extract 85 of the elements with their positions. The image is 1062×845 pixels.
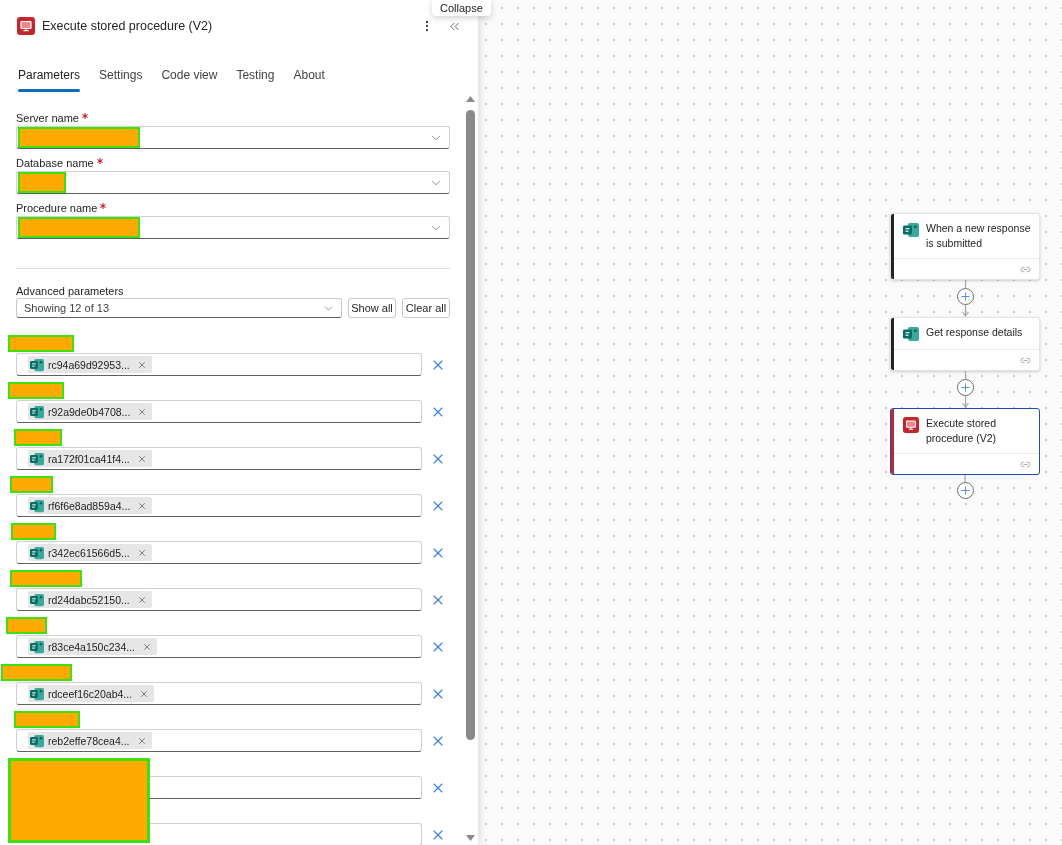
close-icon[interactable] <box>142 641 152 652</box>
forms-app-icon <box>30 357 44 372</box>
field-label: Server name <box>16 111 79 125</box>
input-field[interactable]: ra172f01ca41f4... <box>16 447 422 470</box>
token-chip[interactable]: rc94a69d92953... <box>28 356 152 373</box>
input-field[interactable] <box>150 823 422 845</box>
close-icon[interactable] <box>136 359 147 370</box>
token-chip[interactable]: rd24dabc52150... <box>28 591 152 608</box>
token-chip[interactable]: r342ec61566d5... <box>28 544 152 561</box>
dropdown-field[interactable] <box>16 126 450 149</box>
input-field[interactable]: r83ce4a150c234... <box>16 635 422 658</box>
plus-icon <box>958 381 972 394</box>
input-field[interactable]: r92a9de0b4708... <box>16 400 422 423</box>
forms-app-icon <box>30 639 44 654</box>
close-icon[interactable] <box>137 500 148 511</box>
input-field[interactable]: r342ec61566d5... <box>16 541 422 564</box>
add-step-button[interactable] <box>956 482 974 499</box>
input-field[interactable] <box>150 776 422 799</box>
monitor-app-icon <box>17 17 35 35</box>
close-icon[interactable] <box>139 688 150 699</box>
panel-title: Execute stored procedure (V2) <box>42 17 213 35</box>
token-text: ra172f01ca41f4... <box>48 451 130 466</box>
forms-app-icon <box>30 498 44 513</box>
token-text: rd24dabc52150... <box>48 592 130 607</box>
tab[interactable]: Parameters <box>18 64 81 92</box>
plus-icon <box>958 484 972 497</box>
forms-app-icon <box>30 404 44 419</box>
close-icon[interactable] <box>136 735 147 746</box>
token-chip[interactable]: ra172f01ca41f4... <box>28 450 152 467</box>
dropdown-field[interactable] <box>16 171 450 194</box>
text-button[interactable]: Show all <box>348 298 396 318</box>
step-title: Execute stored procedure (V2) <box>926 416 998 446</box>
token-text: reb2effe78cea4... <box>48 733 130 748</box>
scrollbar-thumb[interactable] <box>466 110 475 740</box>
forms-app-icon <box>30 686 44 701</box>
dropdown-value: Showing 12 of 13 <box>24 300 109 316</box>
input-field[interactable]: rc94a69d92953... <box>16 353 422 376</box>
flow-step-card[interactable]: Get response details <box>890 317 1040 371</box>
close-icon[interactable] <box>136 453 147 464</box>
input-field[interactable]: rdceef16c20ab4... <box>16 682 422 705</box>
text-button[interactable]: Clear all <box>402 298 450 318</box>
forms-app-icon <box>903 326 919 342</box>
token-text: rf6f6e8ad859a4... <box>48 498 131 513</box>
connector-line <box>964 475 966 482</box>
token-text: r83ce4a150c234... <box>48 639 135 654</box>
token-text: r92a9de0b4708... <box>48 404 131 419</box>
token-text: r342ec61566d5... <box>48 545 130 560</box>
flow-step-card[interactable]: When a new response is submitted <box>890 213 1040 280</box>
tab[interactable]: Testing <box>236 64 275 92</box>
token-chip[interactable]: rdceef16c20ab4... <box>28 685 155 702</box>
tab[interactable]: About <box>293 64 325 92</box>
step-title: Get response details <box>926 325 1023 340</box>
dropdown-field[interactable]: Showing 12 of 13 <box>16 298 342 318</box>
token-chip[interactable]: r92a9de0b4708... <box>28 403 153 420</box>
forms-app-icon <box>30 545 44 560</box>
forms-app-icon <box>30 451 44 466</box>
field-label: Procedure name <box>16 201 98 215</box>
section-label: Advanced parameters <box>16 284 125 298</box>
flow-step-card[interactable]: Execute stored procedure (V2) <box>890 408 1040 475</box>
close-icon[interactable] <box>136 594 147 605</box>
step-title: When a new response is submitted <box>926 221 1032 251</box>
input-field[interactable]: rd24dabc52150... <box>16 588 422 611</box>
close-icon[interactable] <box>137 406 148 417</box>
dropdown-field[interactable] <box>16 216 450 239</box>
input-field[interactable]: reb2effe78cea4... <box>16 729 422 752</box>
input-field[interactable]: rf6f6e8ad859a4... <box>16 494 422 517</box>
close-icon[interactable] <box>136 547 147 558</box>
forms-app-icon <box>30 592 44 607</box>
plus-icon <box>958 290 972 303</box>
token-chip[interactable]: rf6f6e8ad859a4... <box>28 497 153 514</box>
add-step-button[interactable] <box>956 379 974 396</box>
scroll-down-icon[interactable] <box>466 835 475 841</box>
monitor-app-icon <box>903 417 919 433</box>
token-chip[interactable]: r83ce4a150c234... <box>28 638 157 655</box>
field-label: Database name <box>16 156 94 170</box>
forms-app-icon <box>903 222 919 238</box>
scroll-up-icon[interactable] <box>466 96 475 102</box>
add-step-button[interactable] <box>956 288 974 305</box>
token-text: rc94a69d92953... <box>48 357 130 372</box>
token-text: rdceef16c20ab4... <box>48 686 133 701</box>
tooltip: Collapse <box>432 0 491 16</box>
forms-app-icon <box>30 733 44 748</box>
tab[interactable]: Settings <box>99 64 143 92</box>
token-chip[interactable]: reb2effe78cea4... <box>28 732 152 749</box>
tab[interactable]: Code view <box>161 64 218 92</box>
